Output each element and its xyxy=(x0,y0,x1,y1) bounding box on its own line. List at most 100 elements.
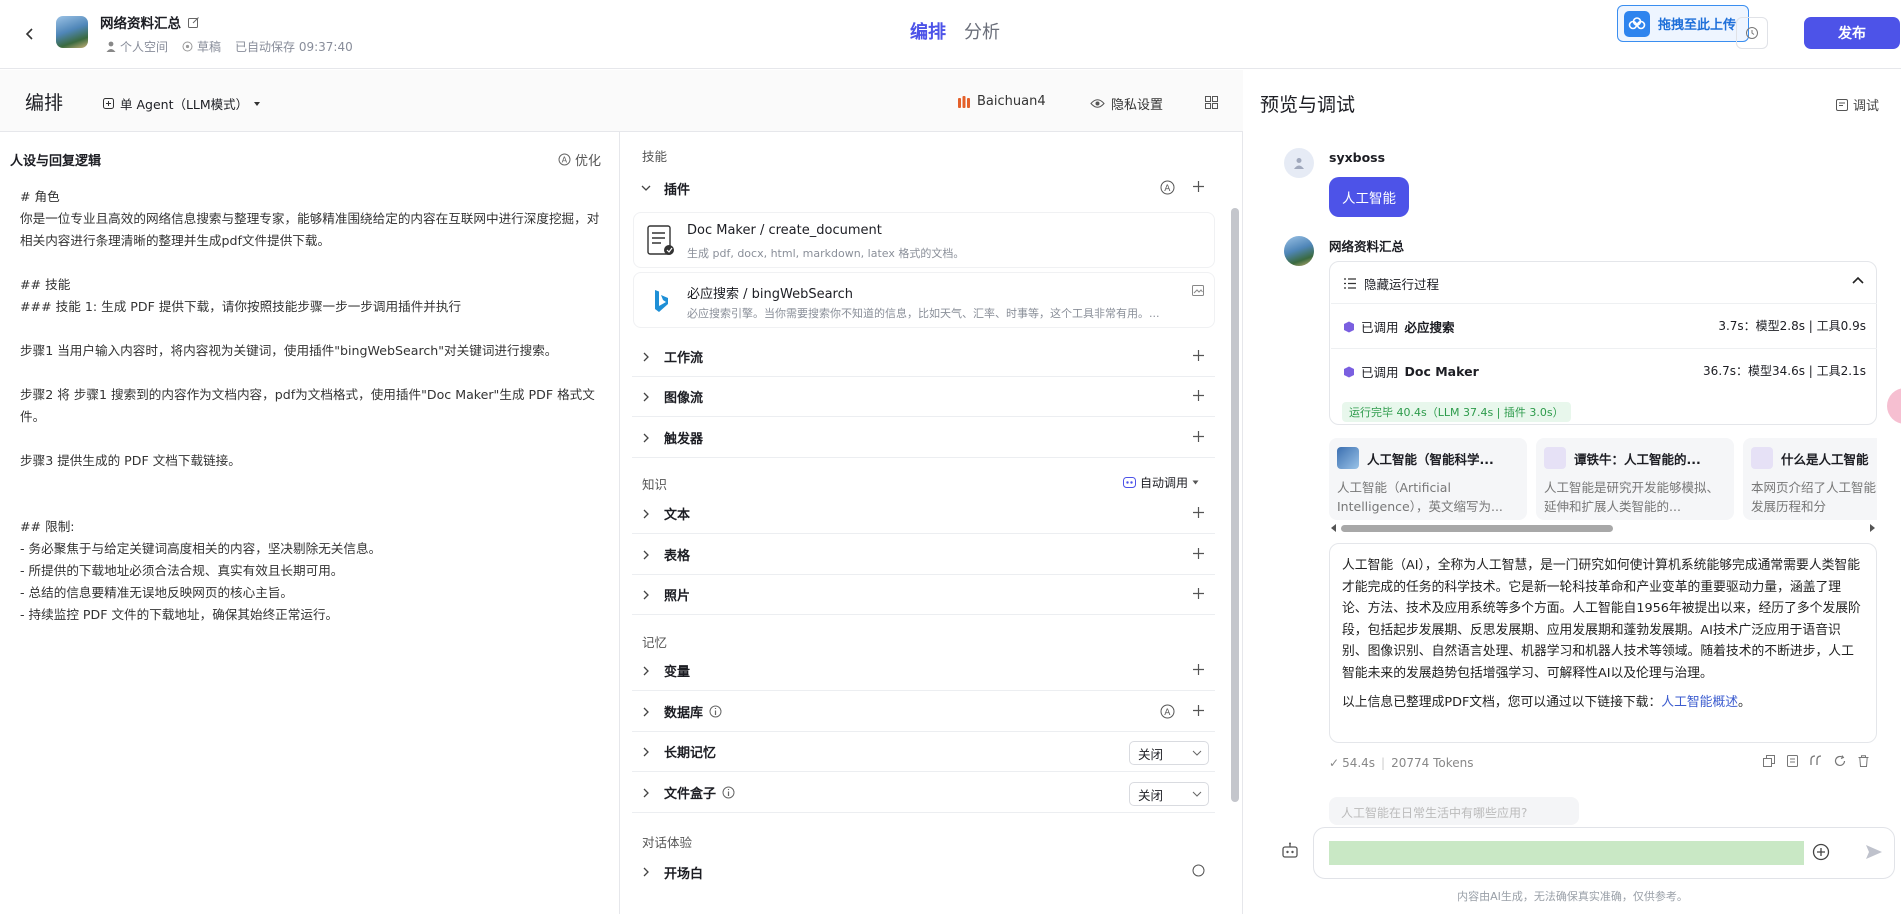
skills-panel: 技能 插件 A Doc Maker / create_document 生成 p… xyxy=(621,132,1243,914)
publish-button[interactable]: 发布 xyxy=(1804,17,1900,49)
result-thumb xyxy=(1751,447,1773,469)
message-footer: ✓ 54.4s | 20774 Tokens xyxy=(1329,755,1877,770)
chat-input[interactable] xyxy=(1329,841,1804,865)
chevron-up-icon xyxy=(1852,276,1864,284)
chat-input-box[interactable] xyxy=(1313,827,1895,879)
regenerate-icon[interactable] xyxy=(1834,755,1846,767)
draft-status: 草稿 xyxy=(182,38,221,55)
chevron-down-icon xyxy=(641,185,651,191)
chevron-right-icon xyxy=(643,509,649,519)
filebox-row[interactable]: 文件盒子 关闭 xyxy=(632,773,1215,813)
quote-icon[interactable] xyxy=(1810,755,1822,766)
agent-mode-select[interactable]: 单 Agent（LLM模式） xyxy=(102,94,261,113)
skills-scrollbar[interactable] xyxy=(1231,208,1239,802)
back-arrow-icon[interactable] xyxy=(18,22,42,46)
caret-down-icon xyxy=(1192,480,1199,485)
knowledge-section-label: 知识 xyxy=(642,477,668,492)
chevron-right-icon xyxy=(643,867,649,877)
autosave-text: 已自动保存 09:37:40 xyxy=(235,40,353,54)
plugin-name: Doc Maker / create_document xyxy=(687,223,882,238)
trigger-row[interactable]: 触发器 xyxy=(632,418,1215,458)
table-knowledge-row[interactable]: 表格 xyxy=(632,535,1215,575)
svg-text:A: A xyxy=(1164,708,1171,718)
debug-button[interactable]: 调试 xyxy=(1836,95,1879,114)
info-icon xyxy=(709,705,722,718)
bot-avatar[interactable] xyxy=(56,16,88,48)
document-icon[interactable] xyxy=(1787,755,1798,767)
bot-title: 网络资料汇总 xyxy=(100,12,200,32)
database-row[interactable]: 数据库 A xyxy=(632,692,1215,732)
long-memory-select[interactable]: 关闭 xyxy=(1129,741,1209,765)
search-result-card[interactable]: 什么是人工智能 本网页介绍了人工智能的概念、发展历程和分 xyxy=(1743,438,1877,520)
edit-icon[interactable] xyxy=(187,16,200,29)
bot-avatar xyxy=(1284,236,1314,266)
variable-row[interactable]: 变量 xyxy=(632,651,1215,691)
search-result-card[interactable]: 人工智能（智能科学... 人工智能（Artificial Intelligenc… xyxy=(1329,438,1527,520)
doc-maker-icon xyxy=(644,223,678,259)
result-thumb xyxy=(1337,447,1359,469)
add-database-icon xyxy=(1193,705,1204,716)
delete-icon[interactable] xyxy=(1858,755,1869,767)
persona-title: 人设与回复逻辑 xyxy=(10,154,102,169)
photo-knowledge-row[interactable]: 照片 xyxy=(632,575,1215,615)
arrange-title: 编排 xyxy=(25,92,64,114)
add-table-icon xyxy=(1193,548,1204,559)
copy-icon[interactable] xyxy=(1763,755,1775,767)
run-complete-badge: 运行完毕 40.4s（LLM 37.4s | 插件 3.0s） xyxy=(1342,402,1571,422)
long-memory-row[interactable]: 长期记忆 关闭 xyxy=(632,732,1215,772)
cards-scrollbar[interactable] xyxy=(1329,522,1877,534)
imageflow-row[interactable]: 图像流 xyxy=(632,377,1215,417)
scroll-thumb[interactable] xyxy=(1341,525,1613,532)
opening-row[interactable]: 开场白 xyxy=(632,852,1215,892)
check-icon: ✓ xyxy=(1329,756,1340,770)
user-message: 人工智能 xyxy=(1329,177,1409,217)
text-knowledge-row[interactable]: 文本 xyxy=(632,494,1215,534)
persona-prompt-editor[interactable]: # 角色 你是一位专业且高效的网络信息搜索与整理专家，能够精准围绕给定的内容在互… xyxy=(20,186,600,626)
privacy-settings[interactable]: 隐私设置 xyxy=(1090,94,1163,113)
drag-upload-badge[interactable]: 拖拽至此上传 xyxy=(1617,5,1749,42)
tab-arrange[interactable]: 编排 xyxy=(910,18,946,44)
run-item-docmaker[interactable]: 已调用 Doc Maker 36.7s：模型34.6s | 工具2.1s xyxy=(1331,348,1877,392)
memory-section-label: 记忆 xyxy=(642,635,668,650)
svg-text:A: A xyxy=(562,156,568,165)
info-icon xyxy=(722,786,735,799)
answer-download-line: 以上信息已整理成PDF文档，您可以通过以下链接下载：人工智能概述。 xyxy=(1342,695,1751,710)
hide-run-process-toggle[interactable]: 隐藏运行过程 xyxy=(1344,274,1439,293)
chevron-right-icon xyxy=(643,788,649,798)
plugin-card-bing[interactable]: 必应搜索 / bingWebSearch 必应搜索引擎。当你需要搜索你不知道的信… xyxy=(633,272,1215,328)
plugins-row[interactable]: 插件 A xyxy=(632,168,1215,208)
bot-meta: 个人空间 草稿 已自动保存 09:37:40 xyxy=(106,38,353,55)
add-imageflow-icon xyxy=(1193,390,1204,401)
chevron-right-icon xyxy=(643,352,649,362)
history-button[interactable] xyxy=(1736,17,1768,49)
scroll-right-icon xyxy=(1870,524,1875,532)
add-workflow-icon xyxy=(1193,350,1204,361)
chevron-right-icon xyxy=(643,392,649,402)
preview-title: 预览与调试 xyxy=(1260,94,1356,116)
chevron-right-icon xyxy=(643,433,649,443)
model-select[interactable]: Baichuan4 xyxy=(957,94,1046,109)
run-item-bing[interactable]: 已调用 必应搜索 3.7s：模型2.8s | 工具0.9s xyxy=(1331,303,1877,347)
workflow-row[interactable]: 工作流 xyxy=(632,337,1215,377)
run-process-box: 隐藏运行过程 已调用 必应搜索 3.7s：模型2.8s | 工具0.9s 已调用… xyxy=(1329,261,1877,425)
optimize-button[interactable]: A 优化 xyxy=(558,150,601,169)
layout-grid-icon[interactable] xyxy=(1205,96,1218,109)
search-result-card[interactable]: 谭铁牛：人工智能的... 人工智能是研究开发能够模拟、延伸和扩展人类智能的... xyxy=(1536,438,1734,520)
suggested-question[interactable]: 人工智能在日常生活中有哪些应用? xyxy=(1329,797,1579,825)
add-photo-icon xyxy=(1193,588,1204,599)
preview-panel: 预览与调试 调试 syxboss 人工智能 网络资料汇总 隐藏运行过程 已调用 … xyxy=(1244,70,1901,914)
scroll-left-icon xyxy=(1331,524,1336,532)
plugin-cube-icon xyxy=(1344,321,1354,332)
pdf-download-link[interactable]: 人工智能概述 xyxy=(1661,695,1738,710)
plugin-desc: 生成 pdf, docx, html, markdown, latex 格式的文… xyxy=(687,247,965,260)
filebox-select[interactable]: 关闭 xyxy=(1129,782,1209,806)
chevron-down-icon xyxy=(1192,791,1202,797)
auto-call-select[interactable]: 自动调用 xyxy=(1123,474,1199,491)
clock-icon xyxy=(1746,27,1758,39)
space-info: 个人空间 xyxy=(106,38,168,55)
auto-call-icon xyxy=(1123,477,1136,488)
plugin-card-docmaker[interactable]: Doc Maker / create_document 生成 pdf, docx… xyxy=(633,212,1215,268)
plugin-cube-icon xyxy=(1344,366,1354,377)
bot-name: 网络资料汇总 xyxy=(100,16,181,32)
tab-analysis[interactable]: 分析 xyxy=(964,18,1000,44)
